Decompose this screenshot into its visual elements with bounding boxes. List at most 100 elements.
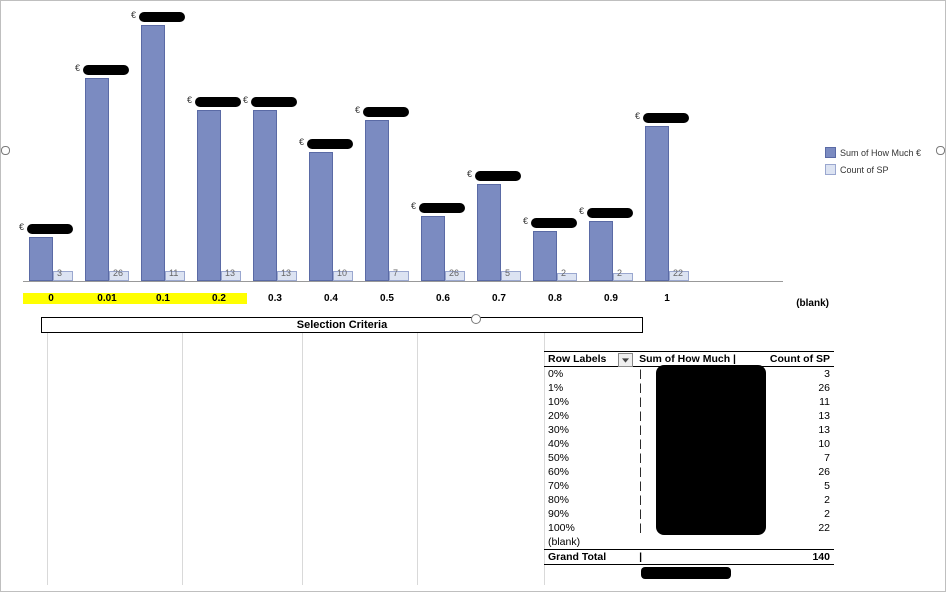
pivot-count-cell: 10 <box>758 437 834 451</box>
pivot-row-label: 30% <box>544 423 635 437</box>
pivot-row-label: (blank) <box>544 535 635 550</box>
bar-sum[interactable] <box>589 221 613 281</box>
pivot-count-cell: 22 <box>758 521 834 535</box>
legend-item-sum[interactable]: Sum of How Much € <box>825 147 929 158</box>
x-axis-tick-label: 0.9 <box>583 293 639 304</box>
pivot-row-label: 90% <box>544 507 635 521</box>
bar-sum[interactable] <box>141 25 165 281</box>
redaction-mark <box>641 567 731 579</box>
pivot-row-label: 60% <box>544 465 635 479</box>
bar-sum[interactable] <box>29 237 53 281</box>
chart-category[interactable]: €11 <box>135 7 191 282</box>
pivot-row-label: 50% <box>544 451 635 465</box>
chart-plot-area: €3€26€11€13€13€10€7€26€5€2€2€22 <box>23 7 783 282</box>
pivot-row-label: 1% <box>544 381 635 395</box>
chart-category[interactable]: €3 <box>23 7 79 282</box>
pivot-count-cell: 7 <box>758 451 834 465</box>
pivot-row-label: 20% <box>544 409 635 423</box>
legend-swatch-icon <box>825 147 836 158</box>
pivot-count-cell: 11 <box>758 395 834 409</box>
x-axis-tick-label: 1 <box>639 293 695 304</box>
chart-category[interactable]: €22 <box>639 7 695 282</box>
pivot-grand-count: 140 <box>758 550 834 565</box>
chart-category[interactable]: €26 <box>79 7 135 282</box>
bar-sum[interactable] <box>85 78 109 281</box>
legend-label: Sum of How Much € <box>840 148 921 158</box>
pivot-chart[interactable]: €3€26€11€13€13€10€7€26€5€2€2€22 00.010.1… <box>7 7 939 315</box>
x-axis-tick-label: 0.2 <box>191 293 247 304</box>
bar-sum[interactable] <box>645 126 669 281</box>
redaction-mark <box>587 208 633 218</box>
redaction-mark <box>139 12 185 22</box>
pivot-count-cell: 26 <box>758 465 834 479</box>
x-axis-labels: 00.010.10.20.30.40.50.60.70.80.91 <box>23 293 783 309</box>
chart-category[interactable]: €13 <box>191 7 247 282</box>
x-axis-tick-label: 0 <box>23 293 79 304</box>
table-row-blank[interactable]: (blank) <box>544 535 834 550</box>
x-axis-blank-label: (blank) <box>796 298 829 309</box>
redaction-mark <box>475 171 521 181</box>
redaction-mark <box>656 365 766 535</box>
pivot-row-label: 70% <box>544 479 635 493</box>
row-labels-filter-button[interactable] <box>618 353 633 367</box>
pivot-count-cell: 13 <box>758 409 834 423</box>
x-axis-tick-label: 0.3 <box>247 293 303 304</box>
selection-criteria-header: Selection Criteria <box>41 317 643 333</box>
chart-category[interactable]: €7 <box>359 7 415 282</box>
chart-category[interactable]: €5 <box>471 7 527 282</box>
pivot-header-count: Count of SP <box>770 353 830 365</box>
legend-item-count[interactable]: Count of SP <box>825 164 929 175</box>
bar-sum[interactable] <box>365 120 389 281</box>
table-row-grand-total[interactable]: Grand Total|140 <box>544 550 834 565</box>
pivot-count-cell: 2 <box>758 493 834 507</box>
pivot-count-cell: 5 <box>758 479 834 493</box>
pivot-row-label: 10% <box>544 395 635 409</box>
pivot-sum-cell: | <box>635 550 758 565</box>
redaction-mark <box>195 97 241 107</box>
pivot-row-label: 80% <box>544 493 635 507</box>
x-axis-tick-label: 0.7 <box>471 293 527 304</box>
redaction-mark <box>419 203 465 213</box>
bar-sum[interactable] <box>197 110 221 281</box>
chevron-down-icon <box>622 358 629 363</box>
chart-category[interactable]: €13 <box>247 7 303 282</box>
app-window: €3€26€11€13€13€10€7€26€5€2€2€22 00.010.1… <box>0 0 946 592</box>
x-axis-tick-label: 0.4 <box>303 293 359 304</box>
x-axis-tick-label: 0.8 <box>527 293 583 304</box>
chart-category[interactable]: €10 <box>303 7 359 282</box>
chart-category[interactable]: €26 <box>415 7 471 282</box>
pivot-count-cell: 2 <box>758 507 834 521</box>
x-axis-tick-label: 0.5 <box>359 293 415 304</box>
bar-sum[interactable] <box>421 216 445 281</box>
x-axis-tick-label: 0.1 <box>135 293 191 304</box>
pivot-row-label: 0% <box>544 367 635 382</box>
pivot-grand-label: Grand Total <box>544 550 635 565</box>
chart-category[interactable]: €2 <box>527 7 583 282</box>
redaction-mark <box>251 97 297 107</box>
bar-sum[interactable] <box>477 184 501 281</box>
bar-sum[interactable] <box>309 152 333 281</box>
redaction-mark <box>531 218 577 228</box>
pivot-count-cell: 26 <box>758 381 834 395</box>
redaction-mark <box>363 107 409 117</box>
data-label-count: 22 <box>673 268 743 278</box>
pivot-row-label: 100% <box>544 521 635 535</box>
chart-resize-handle-s[interactable] <box>471 314 481 324</box>
legend-swatch-icon <box>825 164 836 175</box>
pivot-count-cell: 13 <box>758 423 834 437</box>
pivot-header-sum: Sum of How Much | <box>639 353 736 365</box>
pivot-header-row-labels: Row Labels <box>548 353 606 365</box>
redaction-mark <box>83 65 129 75</box>
redaction-mark <box>643 113 689 123</box>
pivot-count-cell: 3 <box>758 367 834 382</box>
pivot-row-label: 40% <box>544 437 635 451</box>
chart-legend[interactable]: Sum of How Much € Count of SP <box>825 147 929 181</box>
bar-sum[interactable] <box>533 231 557 281</box>
redaction-mark <box>27 224 73 234</box>
redaction-mark <box>307 139 353 149</box>
legend-label: Count of SP <box>840 165 889 175</box>
x-axis-tick-label: 0.6 <box>415 293 471 304</box>
x-axis-tick-label: 0.01 <box>79 293 135 304</box>
bar-sum[interactable] <box>253 110 277 281</box>
chart-category[interactable]: €2 <box>583 7 639 282</box>
